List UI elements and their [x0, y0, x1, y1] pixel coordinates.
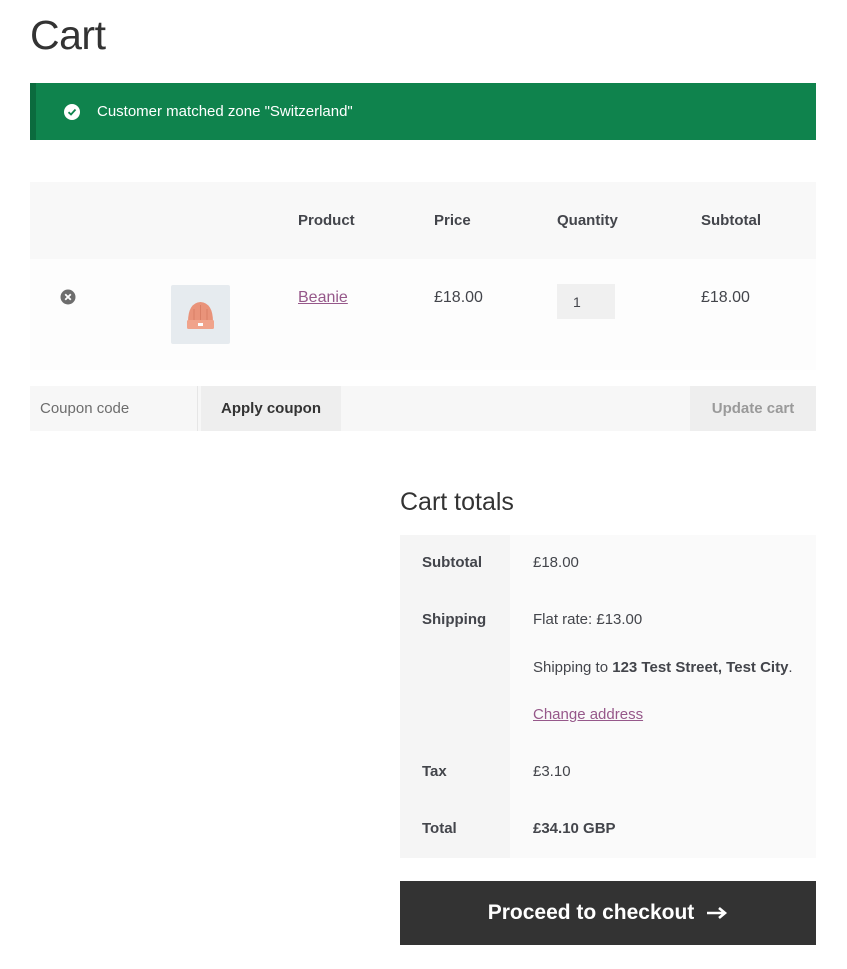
change-address-link[interactable]: Change address — [533, 706, 643, 723]
product-link[interactable]: Beanie — [298, 289, 348, 307]
success-notice: Customer matched zone "Switzerland" — [30, 83, 816, 140]
header-quantity: Quantity — [557, 212, 618, 229]
shipping-address: 123 Test Street, Test City — [612, 659, 789, 676]
coupon-placeholder: Coupon code — [40, 400, 130, 417]
remove-item-icon[interactable] — [60, 289, 76, 305]
quantity-value: 1 — [573, 293, 581, 310]
notice-text: Customer matched zone "Switzerland" — [97, 103, 353, 120]
page-title: Cart — [30, 12, 106, 58]
shipping-destination: Shipping to 123 Test Street, Test City. — [533, 659, 793, 676]
beanie-image — [187, 302, 214, 329]
tax-value: £3.10 — [533, 763, 571, 780]
arrow-right-icon — [707, 907, 728, 919]
tax-row: Tax £3.10 — [400, 744, 816, 801]
item-price: £18.00 — [434, 289, 483, 306]
subtotal-row: Subtotal £18.00 — [400, 535, 816, 592]
product-thumbnail[interactable] — [171, 285, 230, 344]
check-circle-icon — [64, 103, 80, 120]
tax-label: Tax — [422, 763, 447, 780]
total-value: £34.10 GBP — [533, 820, 616, 837]
checkout-label: Proceed to checkout — [487, 901, 695, 924]
header-subtotal: Subtotal — [701, 212, 761, 229]
item-subtotal: £18.00 — [701, 289, 750, 306]
cart-totals-table: Subtotal £18.00 Shipping Flat rate: £13.… — [400, 535, 816, 858]
proceed-to-checkout-button[interactable]: Proceed to checkout — [400, 881, 816, 945]
apply-coupon-button[interactable]: Apply coupon — [201, 386, 341, 431]
subtotal-label: Subtotal — [422, 554, 482, 571]
quantity-input[interactable]: 1 — [557, 284, 615, 319]
coupon-code-input[interactable]: Coupon code — [30, 386, 198, 431]
update-cart-button[interactable]: Update cart — [690, 386, 816, 431]
subtotal-value: £18.00 — [533, 554, 579, 571]
cart-totals-title: Cart totals — [400, 488, 514, 516]
table-row — [30, 259, 816, 370]
header-product: Product — [298, 212, 355, 229]
shipping-rate: Flat rate: £13.00 — [533, 611, 643, 628]
total-row: Total £34.10 GBP — [400, 801, 816, 858]
cart-actions: Coupon code Apply coupon Update cart — [30, 386, 816, 431]
header-price: Price — [434, 212, 471, 229]
shipping-row: Shipping Flat rate: £13.00 Shipping to 1… — [400, 592, 816, 744]
total-label: Total — [422, 820, 457, 837]
cart-table: Product Price Quantity Subtotal — [30, 182, 816, 370]
cart-table-header: Product Price Quantity Subtotal — [30, 182, 816, 259]
shipping-label: Shipping — [422, 611, 487, 628]
